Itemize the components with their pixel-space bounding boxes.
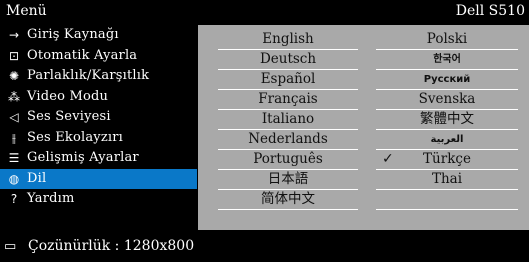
language-option-korean[interactable]: 한국어 <box>376 50 518 70</box>
language-option-russian[interactable]: Русский <box>376 70 518 90</box>
menu-title: Menü <box>6 3 47 19</box>
sidebar-item-video-mode[interactable]: ⁂ Video Modu <box>0 87 197 108</box>
sidebar-item-volume[interactable]: ◁ Ses Seviyesi <box>0 107 197 128</box>
sidebar-item-label: Video Modu <box>27 88 109 104</box>
sidebar-item-advanced-settings[interactable]: ☰ Gelişmiş Ayarlar <box>0 148 197 169</box>
language-option-english[interactable]: English <box>218 30 358 50</box>
resolution-text: Çozünürlük : 1280x800 <box>28 238 195 254</box>
language-option-label: Türkçe <box>423 151 471 167</box>
language-option-german[interactable]: Deutsch <box>218 50 358 70</box>
language-globe-icon: ◍ <box>8 171 20 186</box>
language-option-traditional-chinese[interactable]: 繁體中文 <box>376 110 518 130</box>
brightness-icon: ✺ <box>8 69 20 83</box>
sidebar-item-help[interactable]: ? Yardım <box>0 189 197 210</box>
language-option-japanese[interactable]: 日本語 <box>218 170 358 190</box>
language-option-dutch[interactable]: Nederlands <box>218 130 358 150</box>
help-icon: ? <box>10 192 18 206</box>
sidebar-menu: → Giriş Kaynağı ⊡ Otomatik Ayarla ✺ Parl… <box>0 25 197 210</box>
sidebar-item-label: Ses Ekolayzırı <box>27 129 124 145</box>
language-option-polish[interactable]: Polski <box>376 30 518 50</box>
equalizer-icon: ⫲ <box>12 130 16 145</box>
language-option-portuguese[interactable]: Português <box>218 150 358 170</box>
sidebar-item-label: Gelişmiş Ayarlar <box>27 150 139 165</box>
auto-adjust-icon: ⊡ <box>8 48 20 63</box>
language-option-french[interactable]: Français <box>218 90 358 110</box>
sidebar-item-language[interactable]: ◍ Dil <box>0 168 197 189</box>
video-mode-icon: ⁂ <box>8 89 20 104</box>
sidebar-item-label: Dil <box>27 170 47 186</box>
sidebar-item-label: Giriş Kaynağı <box>27 27 119 42</box>
language-option-arabic[interactable]: العربية <box>376 130 518 150</box>
sidebar-item-audio-equalizer[interactable]: ⫲ Ses Ekolayzırı <box>0 128 197 149</box>
title-bar: Menü Dell S510 <box>0 0 529 23</box>
sidebar-item-label: Yardım <box>27 191 75 206</box>
language-option-turkish[interactable]: ✓ Türkçe <box>376 150 518 170</box>
sidebar-item-input-source[interactable]: → Giriş Kaynağı <box>0 25 197 46</box>
advanced-settings-icon: ☰ <box>8 151 20 165</box>
sidebar-item-label: Otomatik Ayarla <box>27 47 138 63</box>
language-option-spanish[interactable]: Español <box>218 70 358 90</box>
input-source-icon: → <box>8 28 20 42</box>
model-name: Dell S510 <box>455 3 525 19</box>
sidebar-item-label: Ses Seviyesi <box>27 109 111 124</box>
language-option-thai[interactable]: Thai <box>376 170 518 190</box>
resolution-icon: ▭ <box>4 239 17 254</box>
status-bar: ▭ Çozünürlük : 1280x800 <box>0 232 529 262</box>
sidebar-item-label: Parlaklık/Karşıtlık <box>27 68 150 83</box>
sidebar-item-brightness-contrast[interactable]: ✺ Parlaklık/Karşıtlık <box>0 66 197 87</box>
sidebar-item-auto-adjust[interactable]: ⊡ Otomatik Ayarla <box>0 46 197 67</box>
language-column-left: English Deutsch Español Français Italian… <box>218 30 358 210</box>
language-option-italian[interactable]: Italiano <box>218 110 358 130</box>
volume-icon: ◁ <box>9 110 19 124</box>
language-option-empty <box>376 190 518 210</box>
language-option-simplified-chinese[interactable]: 简体中文 <box>218 190 358 210</box>
language-column-right: Polski 한국어 Русский Svenska 繁體中文 العربية … <box>376 30 518 210</box>
language-panel: English Deutsch Español Français Italian… <box>198 25 529 230</box>
language-option-swedish[interactable]: Svenska <box>376 90 518 110</box>
check-icon: ✓ <box>382 151 394 167</box>
